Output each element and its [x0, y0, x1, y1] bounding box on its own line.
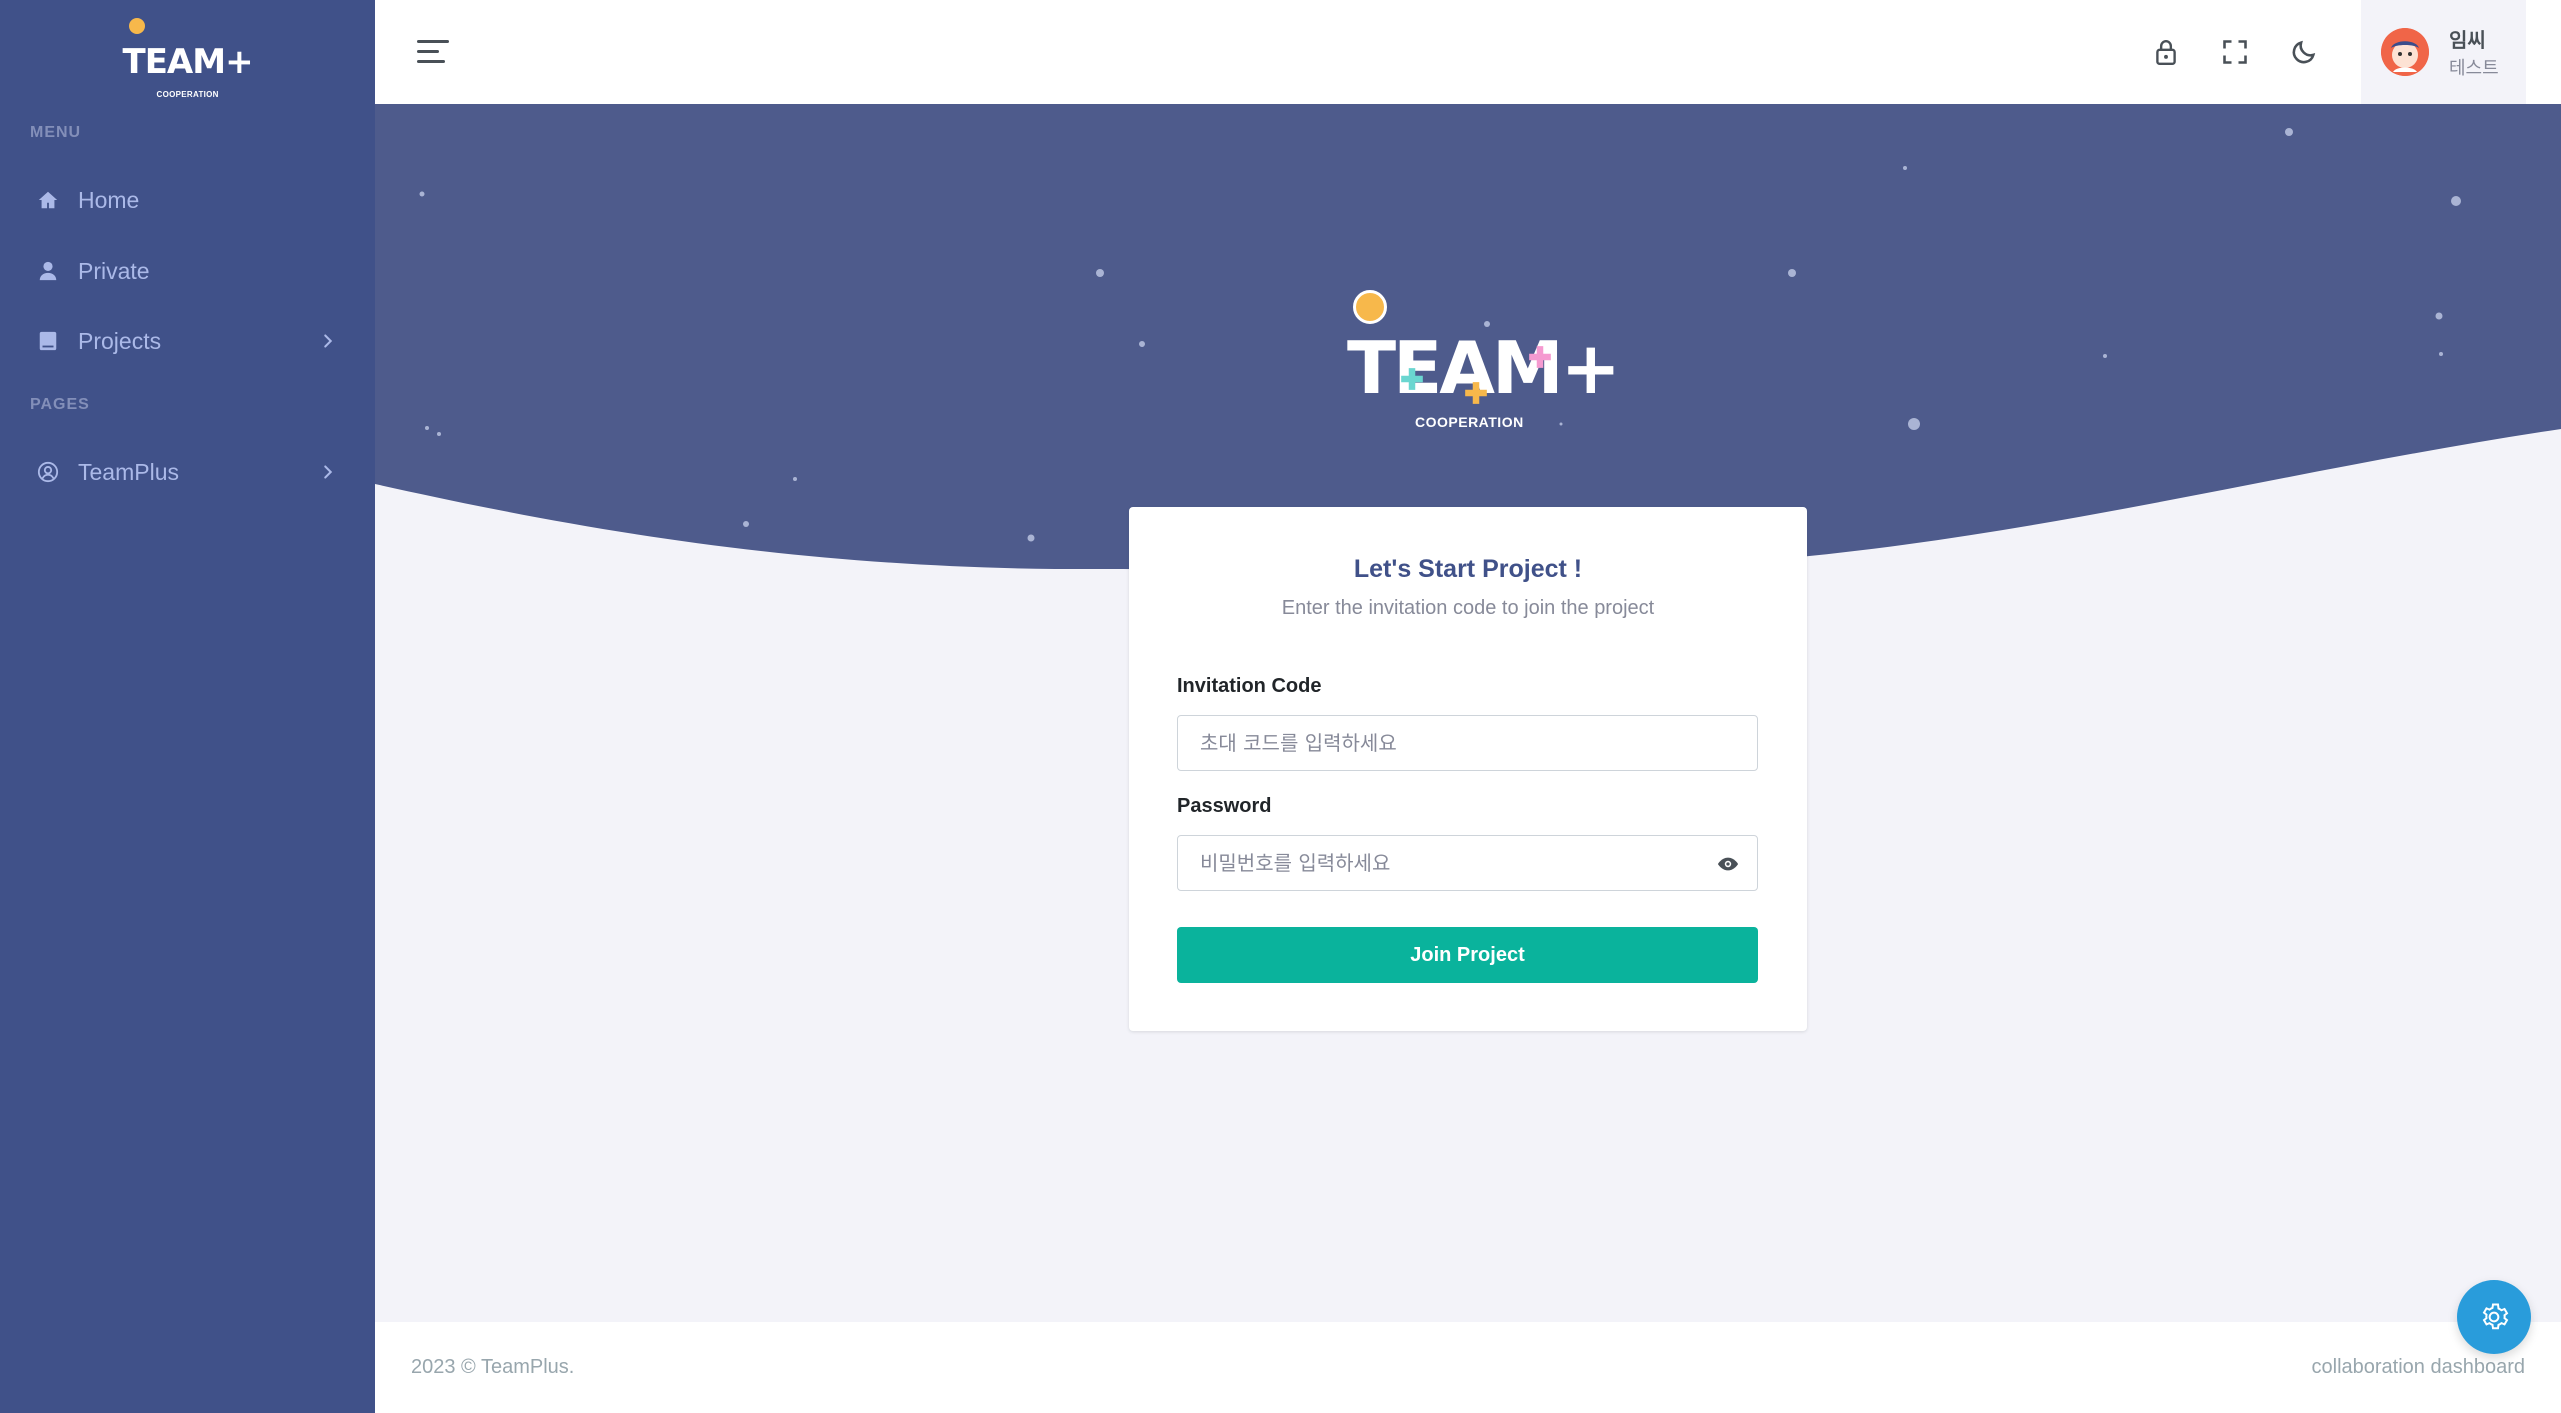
hero-logo: TEAM+ COOPERATION: [1335, 284, 1621, 444]
moon-icon[interactable]: [2284, 32, 2324, 72]
eye-icon[interactable]: [1717, 853, 1739, 875]
hero-logo-subtext: COOPERATION: [1415, 414, 1524, 430]
user-role: 테스트: [2449, 58, 2499, 78]
hero-banner: TEAM+ COOPERATION: [375, 104, 2561, 574]
settings-button[interactable]: [2457, 1280, 2531, 1354]
topbar: 임씨 테스트: [375, 0, 2561, 104]
sidebar-item-teamplus[interactable]: TeamPlus: [0, 442, 375, 502]
sidebar-item-label: Home: [78, 186, 140, 213]
user-icon: [36, 259, 60, 283]
plus-shape-icon: [1529, 346, 1551, 368]
sidebar-item-projects[interactable]: Projects: [0, 311, 375, 371]
hamburger-menu-icon[interactable]: [417, 40, 449, 64]
join-project-card: Let's Start Project ! Enter the invitati…: [1129, 507, 1807, 1031]
chevron-right-icon: [324, 465, 333, 479]
join-project-button[interactable]: Join Project: [1177, 927, 1758, 983]
password-label: Password: [1177, 795, 1272, 817]
user-name: 임씨: [2449, 30, 2486, 52]
sidebar-item-label: TeamPlus: [78, 458, 179, 485]
bulb-icon: [128, 18, 145, 34]
footer-tagline: collaboration dashboard: [2311, 1356, 2526, 1378]
logo-subtext: COOPERATION: [156, 90, 219, 99]
logo-text: TEAM+: [122, 42, 254, 82]
fullscreen-icon[interactable]: [2215, 32, 2255, 72]
footer-copyright: 2023 © TeamPlus.: [411, 1356, 575, 1378]
sidebar-item-label: Private: [78, 257, 150, 284]
avatar: [2381, 28, 2429, 76]
book-icon: [36, 329, 60, 353]
plus-shape-icon: [1465, 382, 1487, 404]
user-profile[interactable]: 임씨 테스트: [2361, 0, 2526, 104]
sidebar: TEAM+ COOPERATION MENU Home Private Proj…: [0, 0, 375, 1413]
gear-icon: [2482, 1303, 2509, 1330]
menu-section-title: MENU: [30, 124, 82, 141]
sidebar-item-label: Projects: [78, 327, 162, 354]
invitation-code-label: Invitation Code: [1177, 675, 1322, 697]
user-circle-icon: [36, 460, 60, 484]
password-field[interactable]: [1177, 835, 1758, 891]
sidebar-item-private[interactable]: Private: [0, 241, 375, 301]
bulb-icon: [1353, 290, 1387, 324]
lock-icon[interactable]: [2146, 32, 2186, 72]
card-subtitle: Enter the invitation code to join the pr…: [1281, 597, 1655, 619]
team-plus-logo: TEAM+ COOPERATION: [122, 14, 254, 99]
invitation-code-field[interactable]: [1177, 715, 1758, 771]
sidebar-logo[interactable]: TEAM+ COOPERATION: [0, 0, 375, 104]
invitation-code-input[interactable]: [1178, 716, 1757, 770]
password-input[interactable]: [1178, 836, 1757, 890]
home-icon: [36, 188, 60, 212]
pages-section-title: PAGES: [30, 396, 90, 413]
card-title: Let's Start Project !: [1353, 555, 1583, 583]
chevron-right-icon: [324, 334, 333, 348]
plus-shape-icon: [1401, 368, 1423, 390]
sidebar-item-home[interactable]: Home: [0, 170, 375, 230]
footer: 2023 © TeamPlus. collaboration dashboard: [375, 1322, 2561, 1413]
